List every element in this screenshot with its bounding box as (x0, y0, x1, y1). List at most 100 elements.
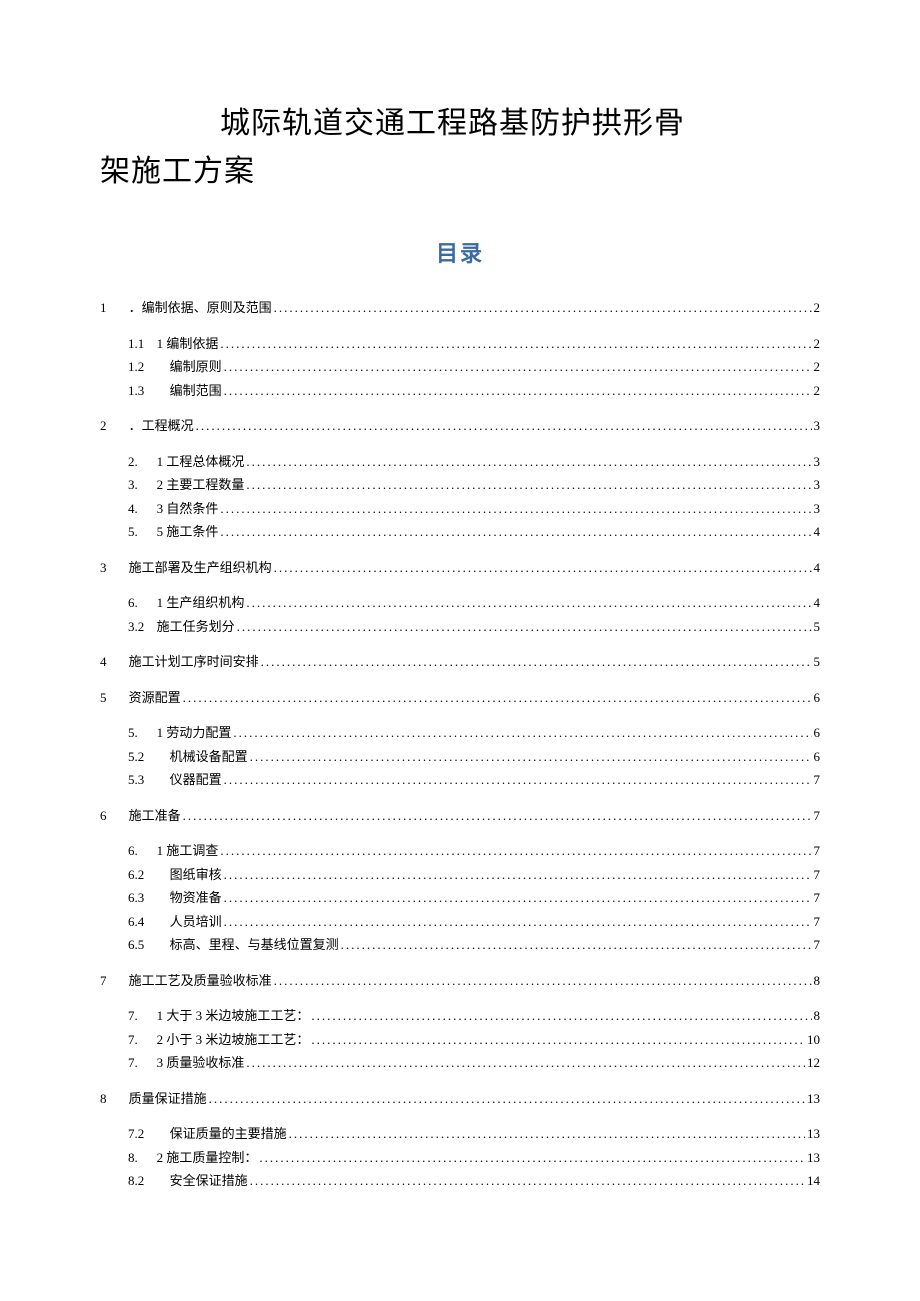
toc-entry-page: 6 (814, 747, 821, 767)
toc-entry[interactable]: 4.3 自然条件3 (128, 499, 820, 519)
toc-leader-dots (183, 688, 812, 708)
toc-entry[interactable]: 8质量保证措施 13 (100, 1089, 820, 1109)
toc-entry-text: 1 编制依据 (157, 336, 219, 351)
toc-entry-label: 7.2 保证质量的主要措施 (128, 1124, 287, 1144)
title-line-1: 城际轨道交通工程路基防护拱形骨 (100, 100, 820, 148)
toc-entry-number: 7 (100, 971, 129, 991)
toc-entry-label: 8.2 施工质量控制： (128, 1148, 257, 1168)
title-line-2: 架施工方案 (100, 148, 820, 196)
toc-entry-page: 3 (814, 475, 821, 495)
toc-entry-text: 施工计划工序时间安排 (129, 654, 259, 669)
toc-entry-page: 2 (814, 334, 821, 354)
toc-entry-number: 1.2 (128, 357, 157, 377)
toc-entry[interactable]: 6.5 标高、里程、与基线位置复测 7 (128, 935, 820, 955)
toc-entry-number: 3 (100, 558, 129, 578)
toc-entry-number: 7. (128, 1030, 157, 1050)
toc-leader-dots (220, 522, 811, 542)
toc-entry-page: 5 (814, 652, 821, 672)
toc-entry[interactable]: 6.1 施工调查7 (128, 841, 820, 861)
toc-leader-dots (224, 357, 812, 377)
toc-entry[interactable]: 8.2 安全保证措施 14 (128, 1171, 820, 1191)
toc-entry[interactable]: 2．工程概况3 (100, 416, 820, 436)
toc-entry-page: 8 (814, 1006, 821, 1026)
toc-entry[interactable]: 5.1 劳动力配置6 (128, 723, 820, 743)
toc-entry[interactable]: 6施工准备 7 (100, 806, 820, 826)
toc-entry-page: 4 (814, 593, 821, 613)
toc-leader-dots (237, 617, 812, 637)
toc-leader-dots (233, 723, 811, 743)
toc-entry[interactable]: 5.5 施工条件4 (128, 522, 820, 542)
toc-entry-page: 10 (807, 1030, 820, 1050)
toc-entry-label: 6施工准备 (100, 806, 181, 826)
toc-entry-text: 人员培训 (157, 914, 222, 929)
toc-leader-dots (289, 1124, 805, 1144)
toc-entry[interactable]: 3.2 主要工程数量3 (128, 475, 820, 495)
toc-entry[interactable]: 6.1 生产组织机构4 (128, 593, 820, 613)
toc-entry[interactable]: 3.2施工任务划分 5 (128, 617, 820, 637)
toc-entry-text: 保证质量的主要措施 (157, 1126, 287, 1141)
toc-entry[interactable]: 7.2 小于 3 米边坡施工工艺： 10 (128, 1030, 820, 1050)
toc-entry[interactable]: 7.1 大于 3 米边坡施工工艺： 8 (128, 1006, 820, 1026)
table-of-contents: 1．编制依据、原则及范围2 1.11 编制依据 2 1.2 编制原则 2 1.3 编制范… (100, 298, 820, 1191)
toc-entry-number: 7.2 (128, 1124, 157, 1144)
toc-entry[interactable]: 7.3 质量验收标准12 (128, 1053, 820, 1073)
toc-entry-page: 2 (814, 298, 821, 318)
toc-entry[interactable]: 2.1 工程总体概况3 (128, 452, 820, 472)
toc-entry-page: 2 (814, 381, 821, 401)
toc-entry-page: 4 (814, 522, 821, 542)
toc-entry[interactable]: 1.2 编制原则 2 (128, 357, 820, 377)
toc-entry-number: 4 (100, 652, 129, 672)
toc-leader-dots (224, 865, 812, 885)
toc-leader-dots (224, 888, 812, 908)
toc-leader-dots (341, 935, 812, 955)
toc-entry-label: 7.1 大于 3 米边坡施工工艺： (128, 1006, 309, 1026)
toc-entry-text: 2 小于 3 米边坡施工工艺： (157, 1032, 310, 1047)
toc-entry-number: 6 (100, 806, 129, 826)
toc-entry-text: ．工程概况 (129, 418, 194, 433)
toc-entry[interactable]: 7.2 保证质量的主要措施13 (128, 1124, 820, 1144)
toc-entry-text: 资源配置 (129, 690, 181, 705)
toc-leader-dots (246, 452, 811, 472)
toc-entry-page: 7 (814, 806, 821, 826)
toc-leader-dots (246, 593, 811, 613)
toc-entry[interactable]: 6.2 图纸审核 7 (128, 865, 820, 885)
toc-entry[interactable]: 1．编制依据、原则及范围2 (100, 298, 820, 318)
toc-entry-number: 7. (128, 1053, 157, 1073)
toc-entry-page: 3 (814, 499, 821, 519)
toc-entry-number: 7. (128, 1006, 157, 1026)
toc-entry[interactable]: 3施工部署及生产组织机构 4 (100, 558, 820, 578)
toc-entry-number: 1 (100, 298, 129, 318)
toc-entry[interactable]: 6.3 物资准备 7 (128, 888, 820, 908)
toc-entry-number: 8. (128, 1148, 157, 1168)
toc-entry-label: 5.3 仪器配置 (128, 770, 222, 790)
toc-entry[interactable]: 5.3 仪器配置 7 (128, 770, 820, 790)
toc-entry[interactable]: 6.4 人员培训 7 (128, 912, 820, 932)
toc-entry-label: 7施工工艺及质量验收标准 (100, 971, 272, 991)
toc-entry[interactable]: 4施工计划工序时间安排 5 (100, 652, 820, 672)
toc-leader-dots (220, 334, 811, 354)
toc-entry-number: 6.4 (128, 912, 157, 932)
toc-entry-text: 图纸审核 (157, 867, 222, 882)
toc-entry-label: 1.11 编制依据 (128, 334, 218, 354)
toc-entry-label: 5.1 劳动力配置 (128, 723, 231, 743)
toc-entry[interactable]: 1.3 编制范围2 (128, 381, 820, 401)
toc-entry-page: 7 (814, 912, 821, 932)
toc-entry-label: 8质量保证措施 (100, 1089, 207, 1109)
toc-entry-label: 4施工计划工序时间安排 (100, 652, 259, 672)
toc-entry[interactable]: 7施工工艺及质量验收标准 8 (100, 971, 820, 991)
toc-entry-number: 1.1 (128, 334, 157, 354)
toc-entry[interactable]: 5.2 机械设备配置 6 (128, 747, 820, 767)
toc-entry-text: 3 自然条件 (157, 501, 219, 516)
toc-entry[interactable]: 8.2 施工质量控制：13 (128, 1148, 820, 1168)
toc-leader-dots (209, 1089, 805, 1109)
toc-entry-page: 14 (807, 1171, 820, 1191)
toc-entry-page: 7 (814, 888, 821, 908)
toc-entry-text: 1 劳动力配置 (157, 725, 232, 740)
toc-entry-number: 6.5 (128, 935, 157, 955)
toc-entry-number: 5.3 (128, 770, 157, 790)
toc-entry-text: 安全保证措施 (157, 1173, 248, 1188)
toc-leader-dots (246, 1053, 805, 1073)
toc-entry[interactable]: 5资源配置 6 (100, 688, 820, 708)
toc-entry-label: 3施工部署及生产组织机构 (100, 558, 272, 578)
toc-entry[interactable]: 1.11 编制依据 2 (128, 334, 820, 354)
